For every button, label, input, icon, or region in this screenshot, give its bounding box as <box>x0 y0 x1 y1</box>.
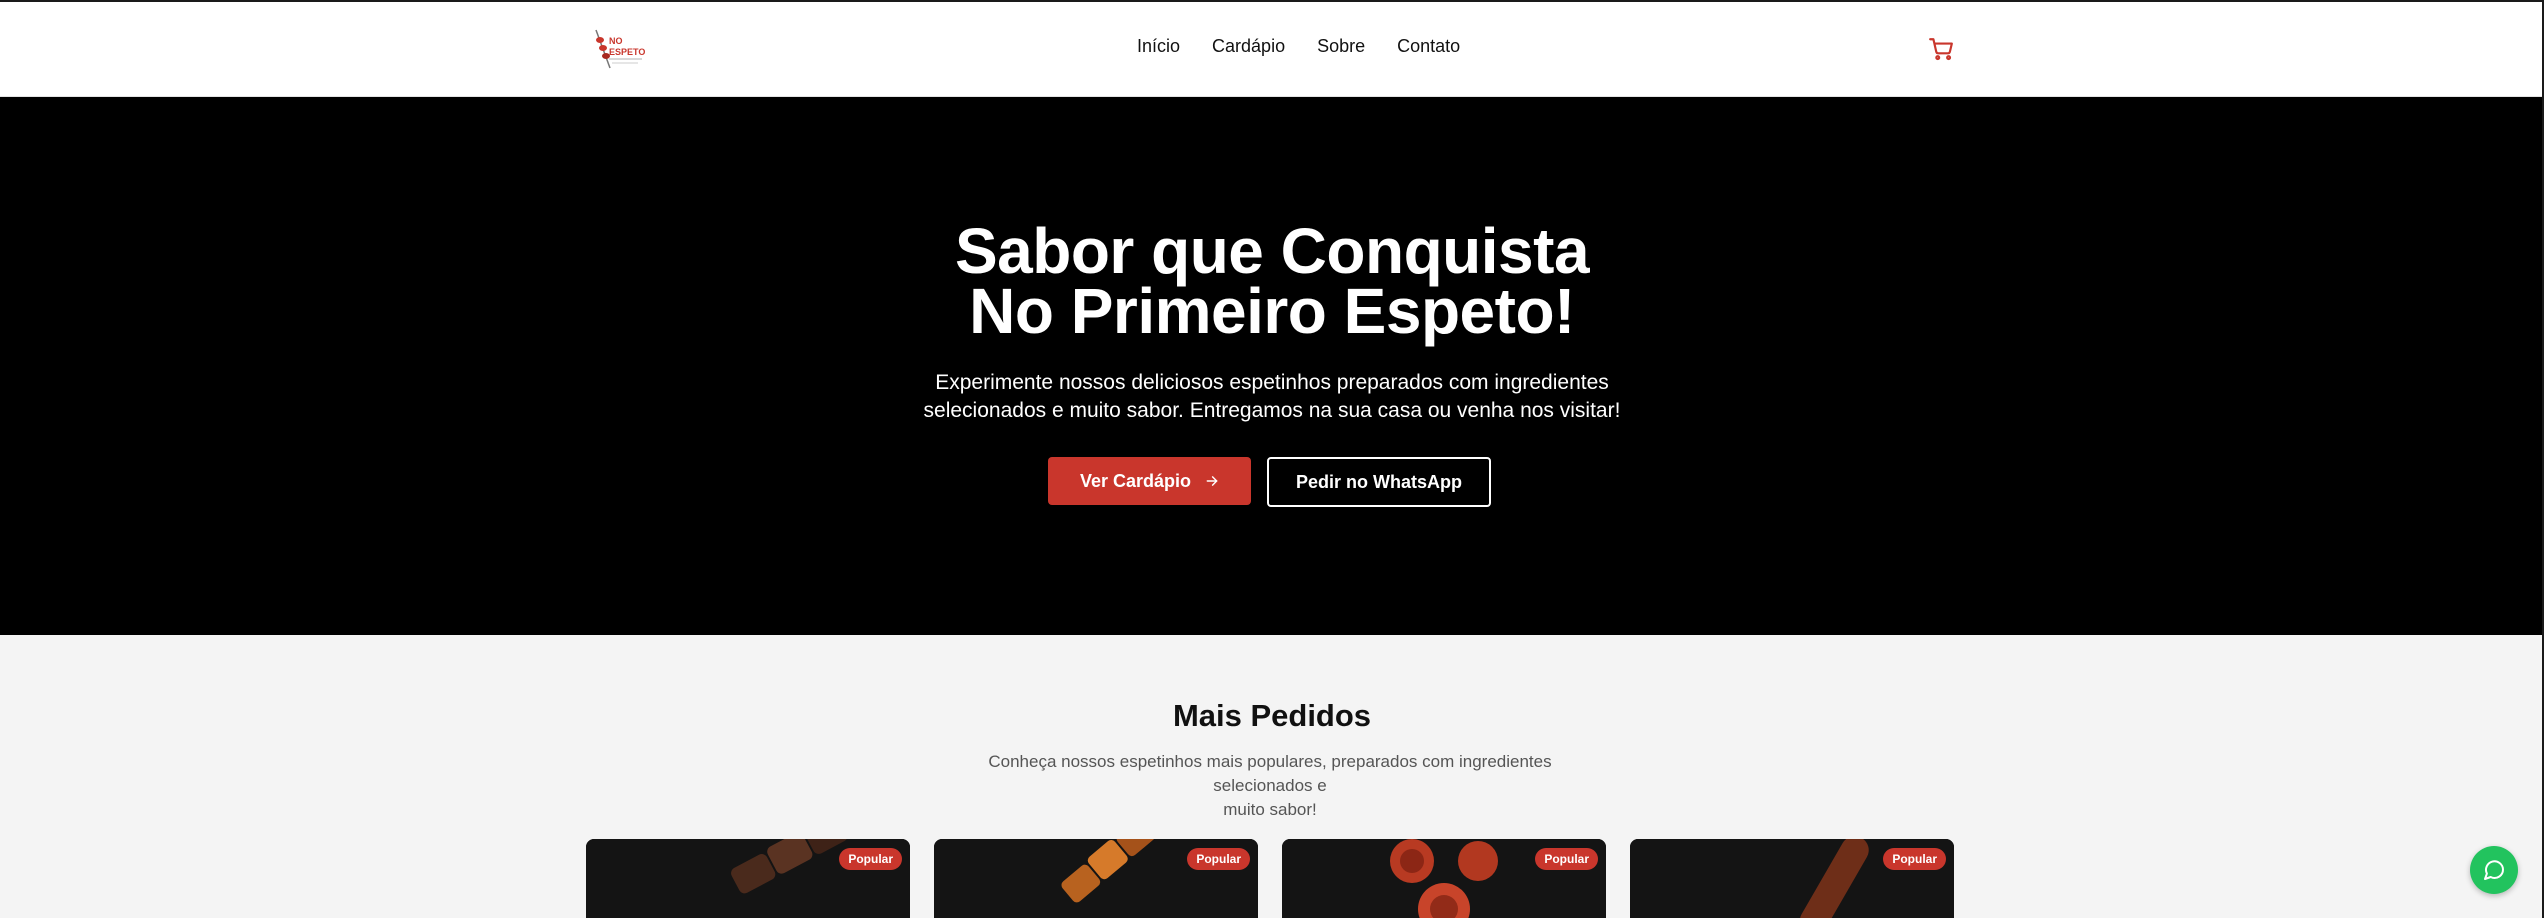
chat-bubble-icon <box>2484 860 2505 880</box>
main-nav: Início Cardápio Sobre Contato <box>1137 36 1460 57</box>
brand-logo[interactable]: NO ESPETO <box>590 26 646 72</box>
whatsapp-chat-button[interactable] <box>2470 846 2518 894</box>
svg-text:ESPETO: ESPETO <box>609 47 645 57</box>
cart-icon <box>1929 38 1953 61</box>
skewer-logo-icon: NO ESPETO <box>595 29 645 69</box>
popular-badge: Popular <box>839 848 902 870</box>
section-subtitle-line1: Conheça nossos espetinhos mais populares… <box>988 752 1552 795</box>
section-title: Mais Pedidos <box>1172 698 1372 733</box>
arrow-right-icon <box>1206 476 1218 486</box>
hero-title-line1: Sabor que Conquista <box>954 215 1590 287</box>
whatsapp-order-button[interactable]: Pedir no WhatsApp <box>1267 457 1491 507</box>
hero-title: Sabor que Conquista No Primeiro Espeto! <box>0 215 2544 347</box>
hero-subtitle-line1: Experimente nossos deliciosos espetinhos… <box>935 371 1609 394</box>
product-card[interactable]: Popular <box>1630 839 1954 918</box>
hero-section: Sabor que Conquista No Primeiro Espeto! … <box>0 97 2544 635</box>
section-subtitle: Conheça nossos espetinhos mais populares… <box>940 750 1600 822</box>
nav-link-contato[interactable]: Contato <box>1397 36 1460 57</box>
view-menu-button[interactable]: Ver Cardápio <box>1048 457 1251 505</box>
product-card[interactable]: Popular <box>934 839 1258 918</box>
hero-subtitle: Experimente nossos deliciosos espetinhos… <box>0 369 2544 425</box>
popular-badge: Popular <box>1535 848 1598 870</box>
hero-title-line2: No Primeiro Espeto! <box>969 275 1575 347</box>
svg-text:NO: NO <box>609 36 623 46</box>
nav-link-cardapio[interactable]: Cardápio <box>1212 36 1285 57</box>
popular-badge: Popular <box>1187 848 1250 870</box>
site-header: NO ESPETO Início Cardápio Sobre Contato <box>0 0 2544 97</box>
product-card[interactable]: Popular <box>586 839 910 918</box>
whatsapp-order-label: Pedir no WhatsApp <box>1296 471 1462 492</box>
popular-badge: Popular <box>1883 848 1946 870</box>
nav-link-sobre[interactable]: Sobre <box>1317 36 1365 57</box>
view-menu-label: Ver Cardápio <box>1079 470 1192 491</box>
section-subtitle-line2: muito sabor! <box>1223 800 1317 819</box>
hero-subtitle-line2: selecionados e muito sabor. Entregamos n… <box>923 399 1621 422</box>
cart-button[interactable] <box>1928 36 1954 62</box>
nav-link-inicio[interactable]: Início <box>1137 36 1180 57</box>
product-card[interactable]: Popular <box>1282 839 1606 918</box>
